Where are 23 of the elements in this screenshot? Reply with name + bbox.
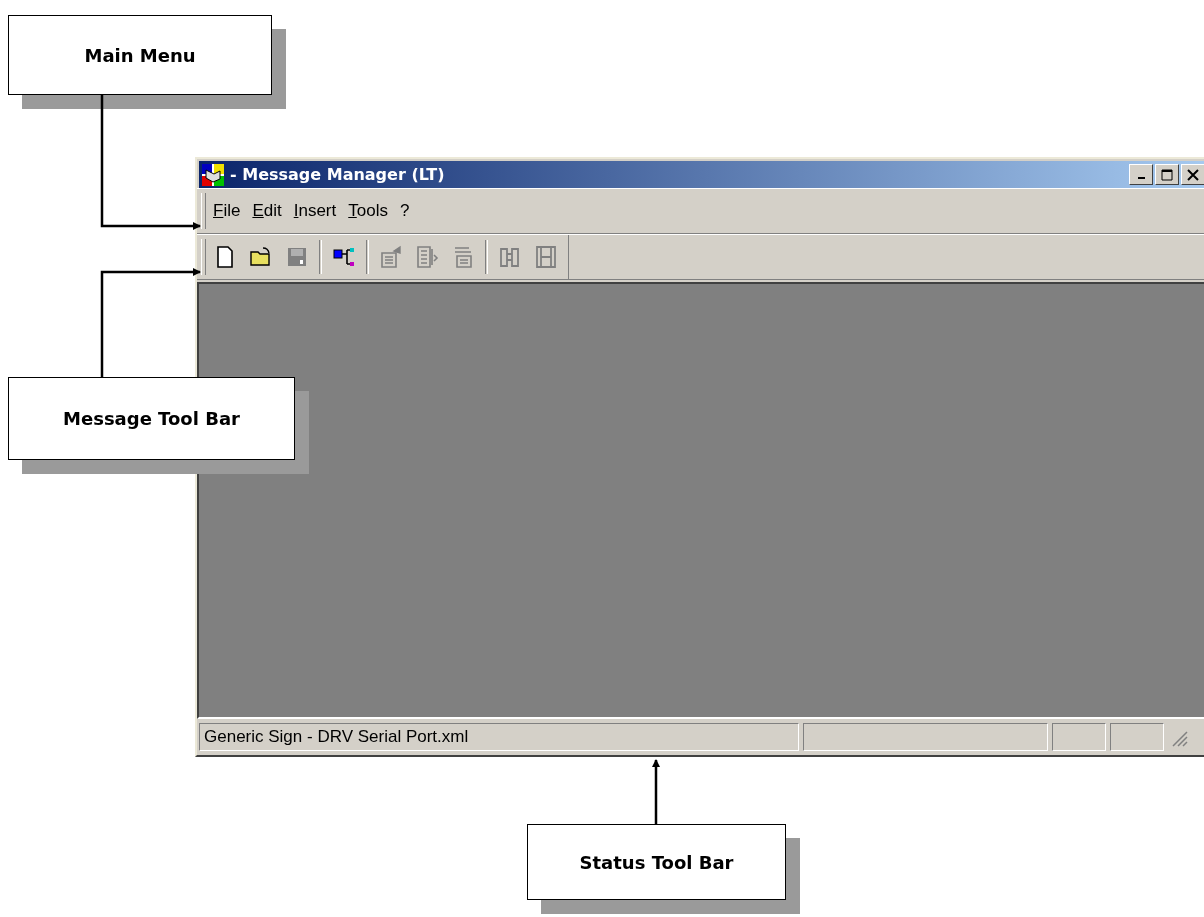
folder-icon — [249, 245, 273, 269]
status-pane: Generic Sign - DRV Serial Port.xml — [199, 723, 799, 751]
menu-item[interactable]: File — [207, 197, 247, 225]
maximize-icon — [1161, 168, 1173, 181]
close-icon — [1187, 168, 1199, 181]
window-title: - Message Manager (LT) — [230, 165, 446, 184]
status-pane — [1052, 723, 1106, 751]
maximize-button[interactable] — [1155, 164, 1179, 185]
menu-item[interactable]: ? — [393, 197, 416, 225]
binoculars-icon — [498, 245, 522, 269]
properties-icon — [379, 245, 403, 269]
app-icon — [202, 163, 224, 186]
menu-item[interactable]: Tools — [342, 197, 394, 225]
minimize-icon — [1137, 177, 1145, 179]
status-pane — [1110, 723, 1164, 751]
leader-line — [652, 759, 660, 824]
document-edit-icon — [415, 245, 439, 269]
film-strip-icon — [534, 245, 558, 269]
minimize-button[interactable] — [1129, 164, 1153, 185]
menu-item[interactable]: Insert — [287, 197, 343, 225]
menu-item[interactable]: Edit — [246, 197, 288, 225]
tree-structure-icon — [332, 245, 356, 269]
close-button[interactable] — [1181, 164, 1204, 185]
